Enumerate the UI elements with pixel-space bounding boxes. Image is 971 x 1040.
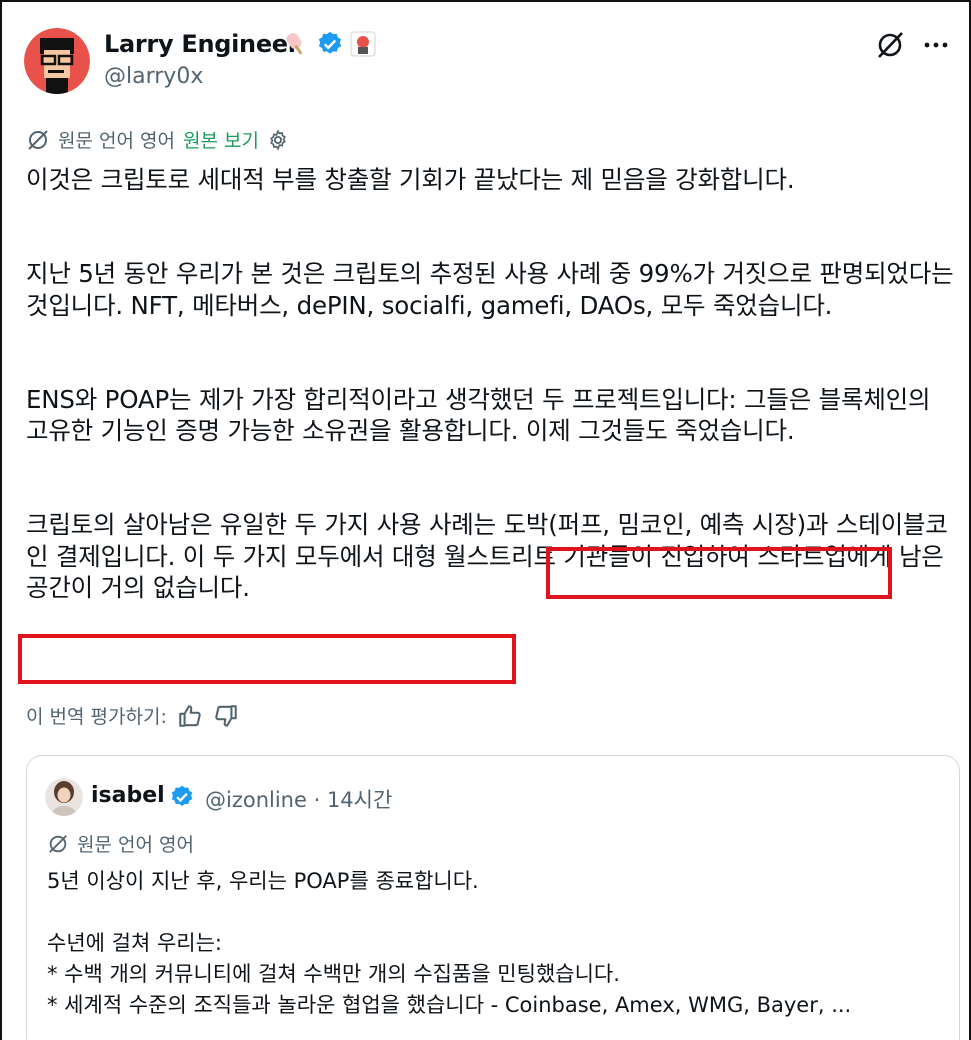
post-paragraph: 이것은 크립토로 세대적 부를 창출할 기회가 끝났다는 제 믿음을 강화합니다… (26, 165, 795, 194)
more-options-icon[interactable] (923, 41, 949, 49)
show-original-link[interactable]: 원본 보기 (183, 126, 259, 153)
original-language-label: 원문 언어 영어 (58, 130, 175, 152)
translation-bar: 원문 언어 영어 원본 보기 (26, 126, 289, 153)
settings-gear-icon[interactable] (267, 129, 289, 151)
rate-translation: 이 번역 평가하기: (26, 702, 239, 729)
highlight-box-gambling (546, 547, 892, 599)
post-body: 이것은 크립토로 세대적 부를 창출할 기회가 끝났다는 제 믿음을 강화합니다… (26, 164, 956, 604)
post-paragraph: 지난 5년 동안 우리가 본 것은 크립토의 추정된 사용 사례 중 99%가 … (26, 259, 962, 320)
translate-icon (28, 129, 48, 150)
highlight-box-startups (18, 634, 516, 684)
quoted-language-label: 원문 언어 영어 (77, 834, 194, 856)
quoted-author-name[interactable]: isabel (91, 783, 165, 808)
author-handle[interactable]: @larry0x (104, 64, 203, 89)
author-avatar[interactable] (24, 28, 90, 94)
translate-icon (49, 834, 67, 853)
popsicle-emoji-icon (286, 32, 303, 55)
quoted-author-avatar[interactable] (45, 778, 83, 816)
quoted-post-text: 5년 이상이 지난 후, 우리는 POAP를 종료합니다. 수년에 걸쳐 우리는… (47, 869, 852, 1017)
thumbs-down-icon[interactable] (213, 703, 239, 729)
thumbs-up-icon[interactable] (177, 703, 203, 729)
verified-badge-icon[interactable] (316, 30, 344, 58)
rate-translation-label: 이 번역 평가하기: (26, 706, 167, 728)
quoted-post-card[interactable]: isabel @izonline · 14시간 원문 언어 영어 5년 이상이 … (26, 755, 960, 1040)
post-actions (875, 30, 949, 60)
post-paragraph: ENS와 POAP는 제가 가장 합리적이라고 생각했던 두 프로젝트입니다: … (26, 384, 938, 446)
quoted-verified-badge-icon[interactable] (169, 784, 195, 810)
translate-off-icon[interactable] (875, 30, 905, 60)
quoted-handle-time[interactable]: @izonline · 14시간 (205, 784, 392, 814)
author-badges (282, 30, 376, 58)
affiliate-badge-icon[interactable] (350, 31, 376, 57)
quoted-translation-bar: 원문 언어 영어 (47, 830, 194, 857)
author-name[interactable]: Larry Engineer (104, 30, 300, 58)
